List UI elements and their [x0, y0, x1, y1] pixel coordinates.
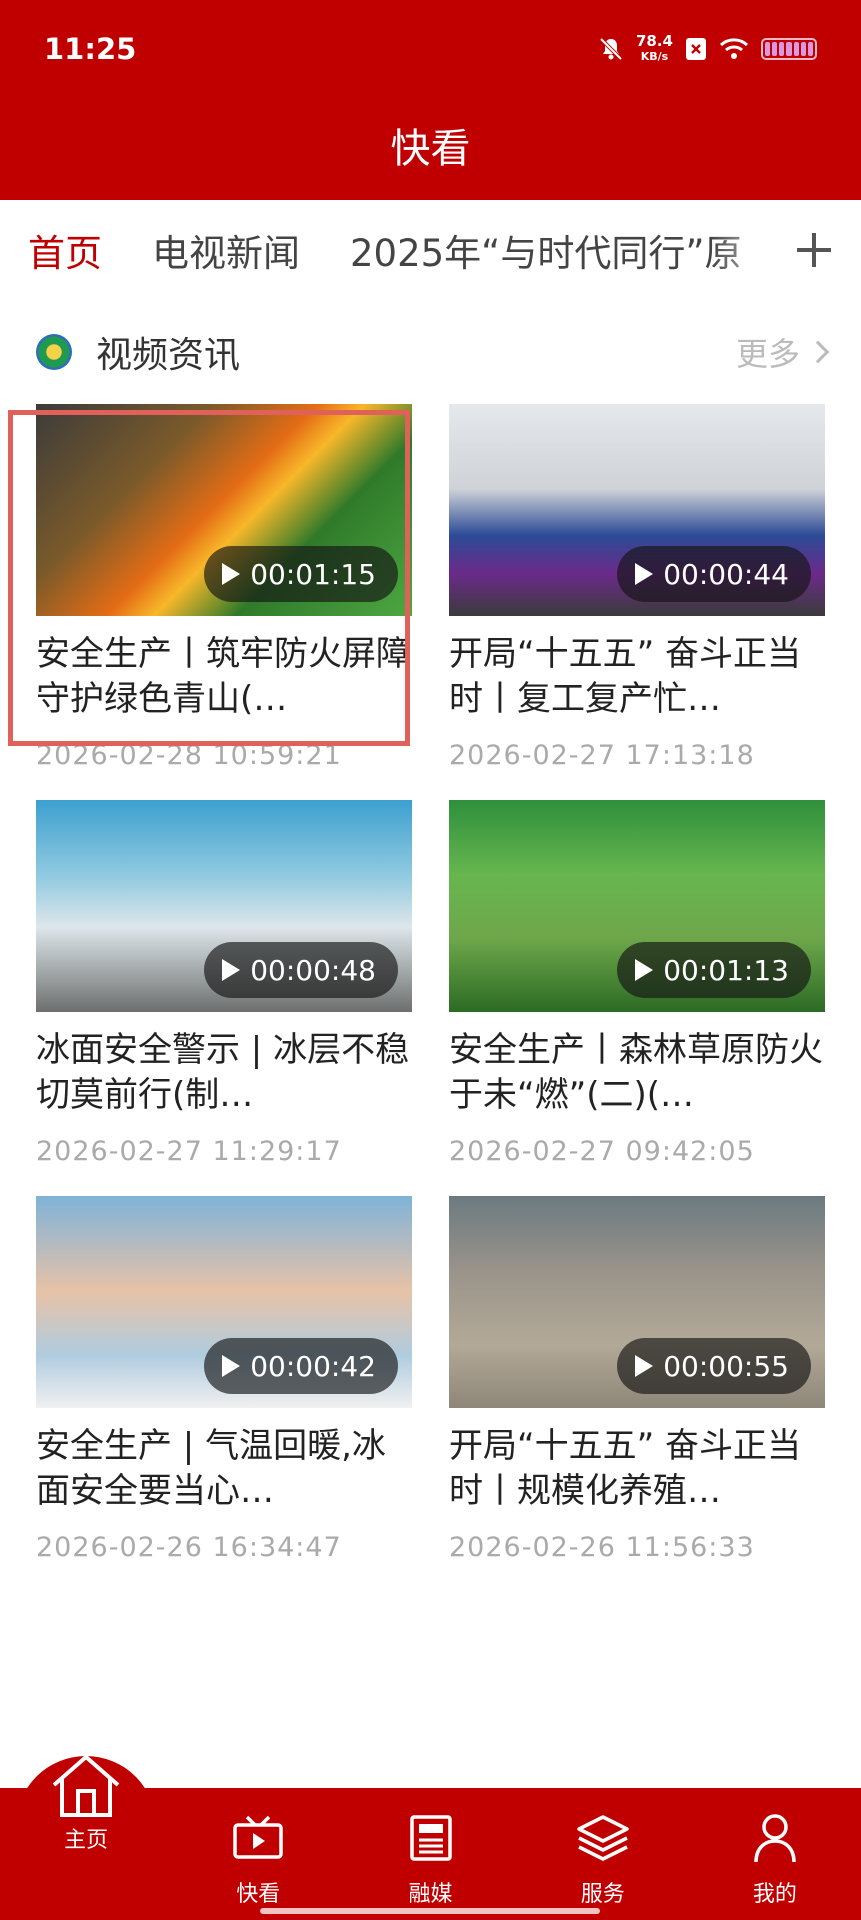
duration-text: 00:00:44 [663, 557, 789, 591]
nav-home[interactable]: 主页 [0, 1755, 172, 1920]
selection-highlight [8, 410, 410, 746]
nav-service[interactable]: 服务 [517, 1788, 689, 1920]
top-bar: 11:25 78.4 KB/s 快看 [0, 0, 861, 200]
user-icon [752, 1810, 798, 1866]
video-thumbnail[interactable]: 00:00:42 [36, 1196, 412, 1408]
net-speed: 78.4 KB/s [636, 34, 673, 64]
duration-text: 00:00:55 [663, 1349, 789, 1383]
battery-icon [761, 38, 817, 60]
layers-icon [575, 1810, 631, 1866]
nav-profile[interactable]: 我的 [689, 1788, 861, 1920]
net-speed-unit: KB/s [640, 50, 669, 63]
status-icons: 78.4 KB/s [598, 34, 817, 64]
more-link[interactable]: 更多 [735, 329, 830, 375]
video-card[interactable]: 00:00:55 开局“十五五” 奋斗正当时丨规模化养殖… 2026-02-26… [449, 1196, 825, 1563]
newspaper-icon [406, 1810, 456, 1866]
nav-label: 服务 [580, 1882, 625, 1907]
video-title[interactable]: 安全生产丨森林草原防火于未“燃”(二)(… [449, 1028, 825, 1118]
nav-label: 主页 [64, 1828, 109, 1853]
duration-text: 00:01:13 [663, 953, 789, 987]
chevron-right-icon [806, 340, 830, 364]
video-title[interactable]: 开局“十五五” 奋斗正当时丨复工复产忙… [449, 632, 825, 722]
duration-text: 00:00:42 [250, 1349, 376, 1383]
video-date: 2026-02-27 11:29:17 [36, 1136, 342, 1167]
video-date: 2026-02-26 11:56:33 [449, 1532, 755, 1563]
tab-home[interactable]: 首页 [28, 223, 102, 277]
video-thumbnail[interactable]: 00:00:48 [36, 800, 412, 1012]
duration-badge: 00:01:13 [617, 942, 811, 998]
video-thumbnail[interactable]: 00:00:55 [449, 1196, 825, 1408]
page-title: 快看 [390, 126, 471, 172]
duration-badge: 00:00:55 [617, 1338, 811, 1394]
bottom-nav: 主页 快看 融媒 服务 我的 [0, 1755, 861, 1920]
section-title: 视频资讯 [96, 335, 241, 376]
home-indicator [260, 1908, 600, 1914]
nav-label: 融媒 [408, 1882, 453, 1907]
video-card[interactable]: 00:00:48 冰面安全警示 | 冰层不稳 切莫前行(制… 2026-02-2… [36, 800, 412, 1167]
more-label: 更多 [735, 335, 800, 373]
channel-tabs: 首页 电视新闻 2025年“与时代同行”原 [0, 200, 861, 300]
nav-label: 我的 [752, 1882, 797, 1907]
video-card[interactable]: 00:00:44 开局“十五五” 奋斗正当时丨复工复产忙… 2026-02-27… [449, 404, 825, 771]
nav-kuaikan[interactable]: 快看 [172, 1788, 344, 1920]
status-time: 11:25 [44, 32, 137, 66]
play-icon [222, 959, 241, 981]
section-logo [36, 334, 72, 370]
tab-tv-news[interactable]: 电视新闻 [152, 223, 300, 277]
nav-rongmei[interactable]: 融媒 [344, 1788, 516, 1920]
mute-icon [598, 36, 624, 62]
home-icon [46, 1755, 126, 1817]
video-title[interactable]: 冰面安全警示 | 冰层不稳 切莫前行(制… [36, 1028, 412, 1118]
video-card[interactable]: 00:01:13 安全生产丨森林草原防火于未“燃”(二)(… 2026-02-2… [449, 800, 825, 1167]
video-card[interactable]: 00:00:42 安全生产 | 气温回暖,冰面安全要当心… 2026-02-26… [36, 1196, 412, 1563]
add-channel-icon[interactable] [789, 225, 839, 275]
video-title[interactable]: 安全生产 | 气温回暖,冰面安全要当心… [36, 1424, 412, 1514]
tv-icon [231, 1810, 285, 1866]
section-header: 视频资讯 更多 [36, 326, 830, 378]
nav-label: 快看 [236, 1882, 281, 1907]
video-thumbnail[interactable]: 00:00:44 [449, 404, 825, 616]
video-date: 2026-02-27 17:13:18 [449, 740, 755, 771]
play-icon [635, 959, 654, 981]
tab-special[interactable]: 2025年“与时代同行”原 [350, 223, 742, 277]
duration-badge: 00:00:44 [617, 546, 811, 602]
video-date: 2026-02-27 09:42:05 [449, 1136, 755, 1167]
duration-badge: 00:00:42 [204, 1338, 398, 1394]
play-icon [635, 1355, 654, 1377]
duration-badge: 00:00:48 [204, 942, 398, 998]
video-thumbnail[interactable]: 00:01:13 [449, 800, 825, 1012]
duration-text: 00:00:48 [250, 953, 376, 987]
play-icon [222, 1355, 241, 1377]
tabs-fade [711, 200, 791, 300]
wifi-icon [719, 37, 749, 61]
video-title[interactable]: 开局“十五五” 奋斗正当时丨规模化养殖… [449, 1424, 825, 1514]
net-speed-value: 78.4 [635, 32, 673, 50]
play-icon [635, 563, 654, 585]
sim-icon [685, 37, 707, 61]
video-date: 2026-02-26 16:34:47 [36, 1532, 342, 1563]
